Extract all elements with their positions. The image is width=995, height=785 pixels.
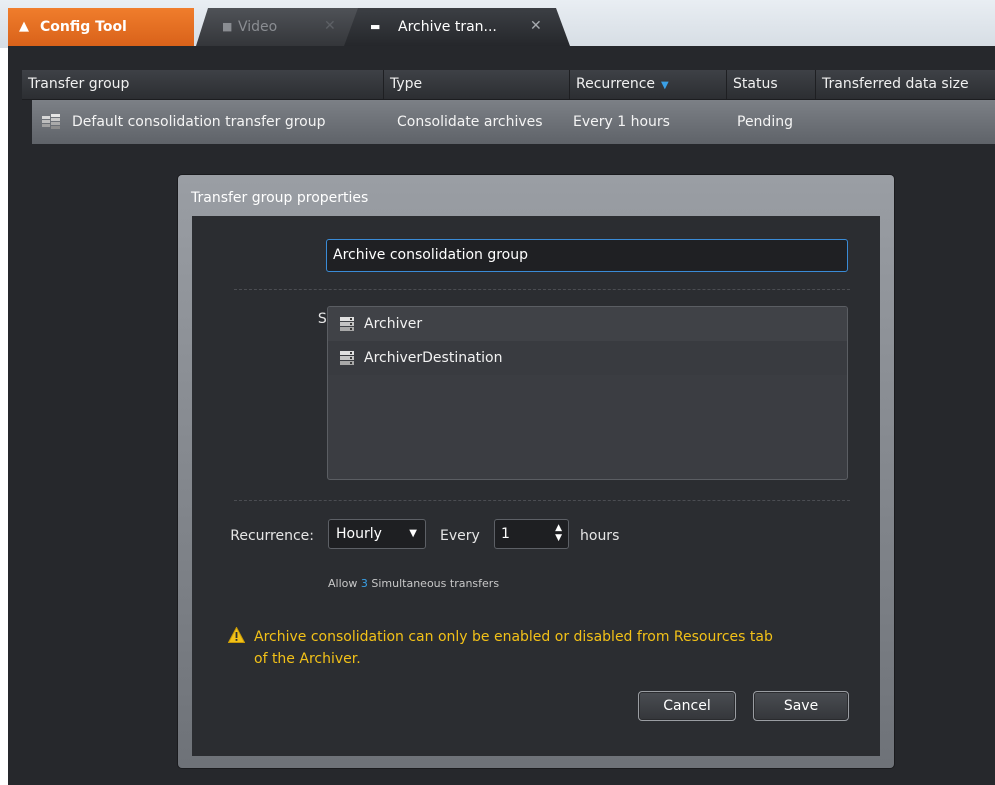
every-value: 1 [501,526,510,542]
app-window: ▲ Config Tool ■ Video ✕ ▬ Archive tran..… [0,0,995,785]
divider [234,289,850,290]
cell-status: Pending [737,114,793,130]
column-header-recurrence-label: Recurrence [576,76,656,92]
server-icon [340,351,354,365]
close-icon[interactable]: ✕ [530,18,542,34]
list-item[interactable]: ArchiverDestination [328,341,847,375]
hours-label: hours [580,528,620,544]
tab-bar: ▲ Config Tool ■ Video ✕ ▬ Archive tran..… [0,0,995,48]
tab-video-label: Video [238,19,278,35]
source-label: Archiver [364,316,423,332]
transfer-group-dialog: Transfer group properties Name: Archive … [178,175,894,768]
column-header-recurrence[interactable]: Recurrence ▼ [570,70,727,99]
name-field[interactable]: Archive consolidation group [326,239,848,272]
chevron-down-icon: ▼ [409,528,417,539]
column-header-type[interactable]: Type [384,70,570,99]
dialog-body: Name: Archive consolidation group Source… [192,216,880,756]
dialog-title: Transfer group properties [191,190,369,206]
tab-archive-transfer[interactable]: ▬ Archive tran... ✕ [344,8,570,46]
allow-suffix: Simultaneous transfers [371,577,500,590]
every-label: Every [440,528,480,544]
warning-icon [228,627,245,643]
column-header-transferred-data-size[interactable]: Transferred data size [816,70,995,99]
divider [234,500,850,501]
source-label: ArchiverDestination [364,350,503,366]
tab-config-tool[interactable]: ▲ Config Tool [8,8,194,46]
warning-line-1: Archive consolidation can only be enable… [254,629,773,645]
stepper-arrows-icon[interactable]: ▲ ▼ [555,523,562,543]
cell-transferred-data-size [816,100,995,144]
tab-archive-transfer-label: Archive tran... [398,19,497,35]
allow-prefix: Allow [328,577,358,590]
home-icon: ▲ [19,19,29,34]
cell-type: Consolidate archives [397,114,543,130]
simultaneous-transfers-text: Allow 3 Simultaneous transfers [328,577,499,590]
cell-recurrence: Every 1 hours [573,114,670,130]
save-button[interactable]: Save [753,691,849,721]
column-header-status[interactable]: Status [727,70,816,99]
table-row[interactable]: Default consolidation transfer group Con… [32,100,995,144]
close-icon[interactable]: ✕ [324,18,336,34]
column-header-transfer-group[interactable]: Transfer group [22,70,384,99]
sources-list[interactable]: Archiver ArchiverDestination [327,306,848,480]
cell-transfer-group: Default consolidation transfer group [32,100,384,144]
video-icon: ■ [222,20,233,33]
server-icon [340,317,354,331]
every-stepper[interactable]: 1 ▲ ▼ [494,519,569,549]
simultaneous-transfers-count[interactable]: 3 [361,577,368,590]
transfer-group-name: Default consolidation transfer group [72,114,326,130]
warning-message: Archive consolidation can only be enable… [254,626,844,670]
transfer-group-icon [42,114,60,129]
cancel-button[interactable]: Cancel [638,691,736,721]
sort-down-icon: ▼ [661,80,669,91]
recurrence-label: Recurrence: [230,528,314,544]
tab-video[interactable]: ■ Video ✕ [196,8,360,46]
grid-header: Transfer group Type Recurrence ▼ Status T… [22,70,995,100]
recurrence-value: Hourly [336,526,382,542]
archive-transfer-icon: ▬ [370,20,381,33]
list-item[interactable]: Archiver [328,307,847,341]
recurrence-select[interactable]: Hourly ▼ [328,519,426,549]
warning-line-2: of the Archiver. [254,651,361,667]
tab-config-tool-label: Config Tool [40,19,127,35]
